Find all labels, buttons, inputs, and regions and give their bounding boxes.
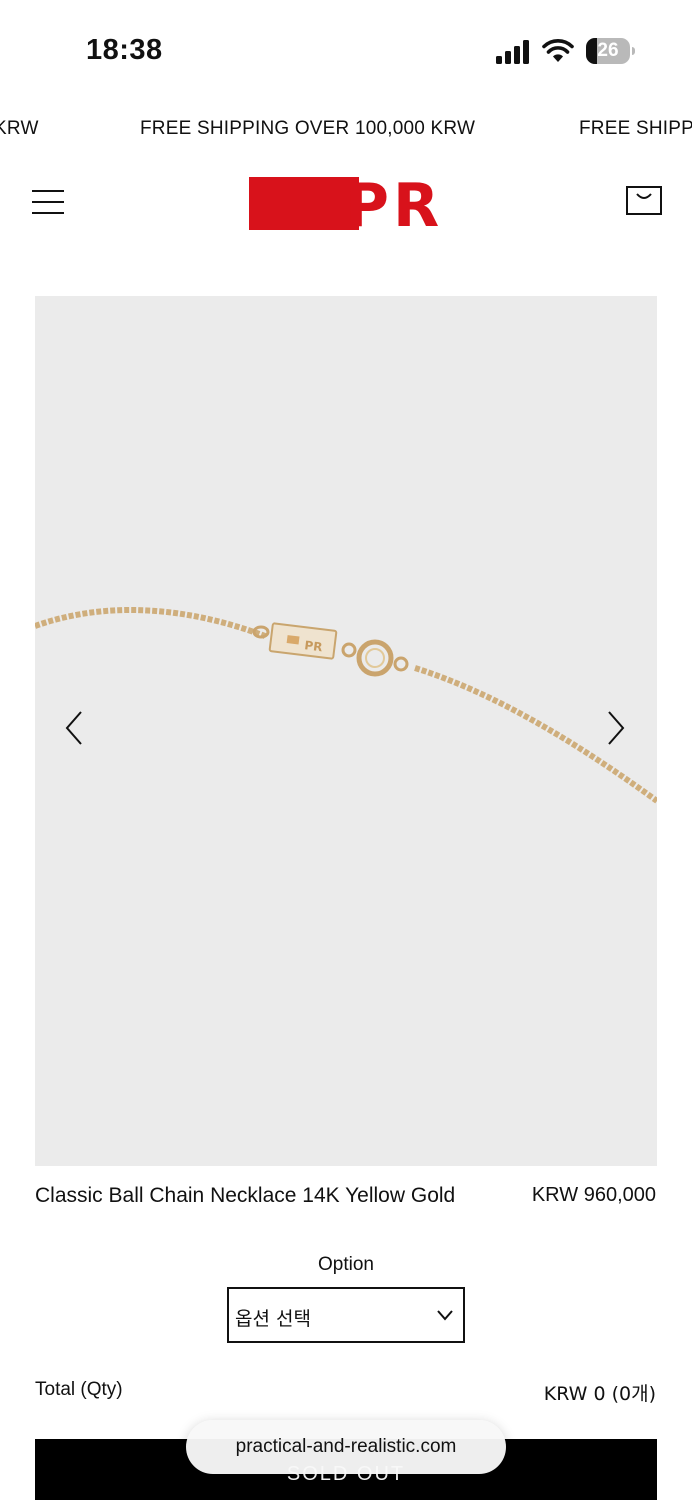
option-selected-value: 옵션 선택 (235, 1308, 311, 1330)
battery-icon: 26 (586, 38, 636, 64)
status-time: 18:38 (86, 34, 163, 66)
announcement-fragment-left: KRW (0, 118, 39, 139)
status-bar: 18:38 26 (0, 0, 692, 100)
option-select[interactable]: 옵션 선택 (227, 1287, 465, 1343)
product-name: Classic Ball Chain Necklace 14K Yellow G… (35, 1184, 456, 1207)
necklace-photo: PR (35, 606, 657, 804)
announcement-text: FREE SHIPPING OVER 100,000 KRW (140, 118, 476, 139)
cellular-signal-icon (496, 40, 529, 64)
browser-url-bar[interactable]: practical-and-realistic.com (186, 1420, 506, 1474)
menu-icon[interactable] (30, 188, 66, 218)
shopping-bag-icon[interactable] (626, 186, 662, 216)
svg-text:PR: PR (304, 638, 324, 654)
total-value: KRW 0 (0개) (543, 1383, 656, 1405)
logo-text: PR (345, 171, 444, 241)
previous-image-arrow-icon[interactable] (59, 708, 89, 748)
product-price: KRW 960,000 (531, 1184, 656, 1206)
url-text: practical-and-realistic.com (235, 1436, 457, 1457)
product-image[interactable]: PR (35, 296, 657, 1166)
next-image-arrow-icon[interactable] (601, 708, 631, 748)
chevron-down-icon (437, 1310, 453, 1321)
option-label: Option (318, 1254, 374, 1275)
total-label: Total (Qty) (35, 1379, 123, 1400)
announcement-fragment-right: FREE SHIPP (579, 118, 692, 139)
announcement-marquee: KRW FREE SHIPPING OVER 100,000 KRW FREE … (0, 112, 692, 146)
brand-logo[interactable]: PR (249, 171, 445, 241)
wifi-icon (542, 39, 574, 62)
